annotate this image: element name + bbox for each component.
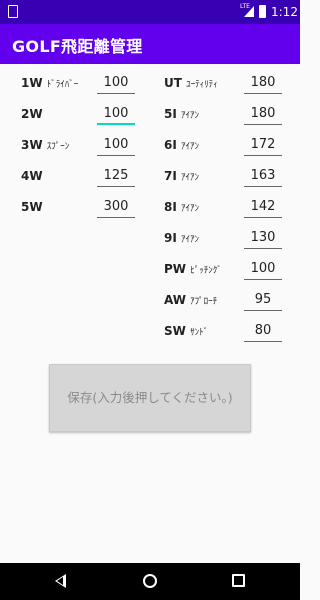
recent-apps-icon[interactable] [232, 574, 245, 587]
label-ut: UT ﾕｰﾃｨﾘﾃｨ [164, 76, 218, 90]
distance-input-aw[interactable]: 95 [244, 291, 282, 311]
label-5w: 5W [21, 200, 43, 214]
distance-input-5i[interactable]: 180 [244, 105, 282, 125]
distance-input-4w[interactable]: 125 [97, 167, 135, 187]
distance-input-6i[interactable]: 172 [244, 136, 282, 156]
distance-input-sw[interactable]: 80 [244, 322, 282, 342]
clock: 1:12 [271, 5, 298, 19]
status-bar: LTE 1:12 [0, 0, 300, 24]
label-2w: 2W [21, 107, 43, 121]
label-8i: 8I ｱｲｱﾝ [164, 200, 200, 214]
label-6i: 6I ｱｲｱﾝ [164, 138, 200, 152]
sd-card-icon [8, 5, 18, 18]
label-aw: AW ｱﾌﾟﾛｰﾁ [164, 293, 218, 307]
distance-input-5w[interactable]: 300 [97, 198, 135, 218]
battery-icon [259, 5, 266, 18]
label-1w: 1W ﾄﾞﾗｲﾊﾞｰ [21, 76, 79, 90]
label-7i: 7I ｱｲｱﾝ [164, 169, 200, 183]
distance-input-3w[interactable]: 100 [97, 136, 135, 156]
app-title: GOLF飛距離管理 [12, 37, 143, 56]
label-5i: 5I ｱｲｱﾝ [164, 107, 200, 121]
label-3w: 3W ｽﾌﾟｰﾝ [21, 138, 70, 152]
distance-input-2w[interactable]: 100 [97, 105, 135, 125]
back-icon[interactable] [55, 574, 66, 588]
signal-icon [244, 6, 254, 17]
label-sw: SW ｻﾝﾄﾞ [164, 324, 209, 338]
distance-input-7i[interactable]: 163 [244, 167, 282, 187]
distance-input-1w[interactable]: 100 [97, 74, 135, 94]
label-4w: 4W [21, 169, 43, 183]
label-9i: 9I ｱｲｱﾝ [164, 231, 200, 245]
distance-input-pw[interactable]: 100 [244, 260, 282, 280]
app-bar: GOLF飛距離管理 [0, 24, 300, 64]
label-pw: PW ﾋﾟｯﾁﾝｸﾞ [164, 262, 222, 276]
distance-input-9i[interactable]: 130 [244, 229, 282, 249]
save-button[interactable]: 保存(入力後押してください。) [49, 364, 251, 432]
home-icon[interactable] [143, 574, 157, 588]
distance-input-8i[interactable]: 142 [244, 198, 282, 218]
distance-input-ut[interactable]: 180 [244, 74, 282, 94]
